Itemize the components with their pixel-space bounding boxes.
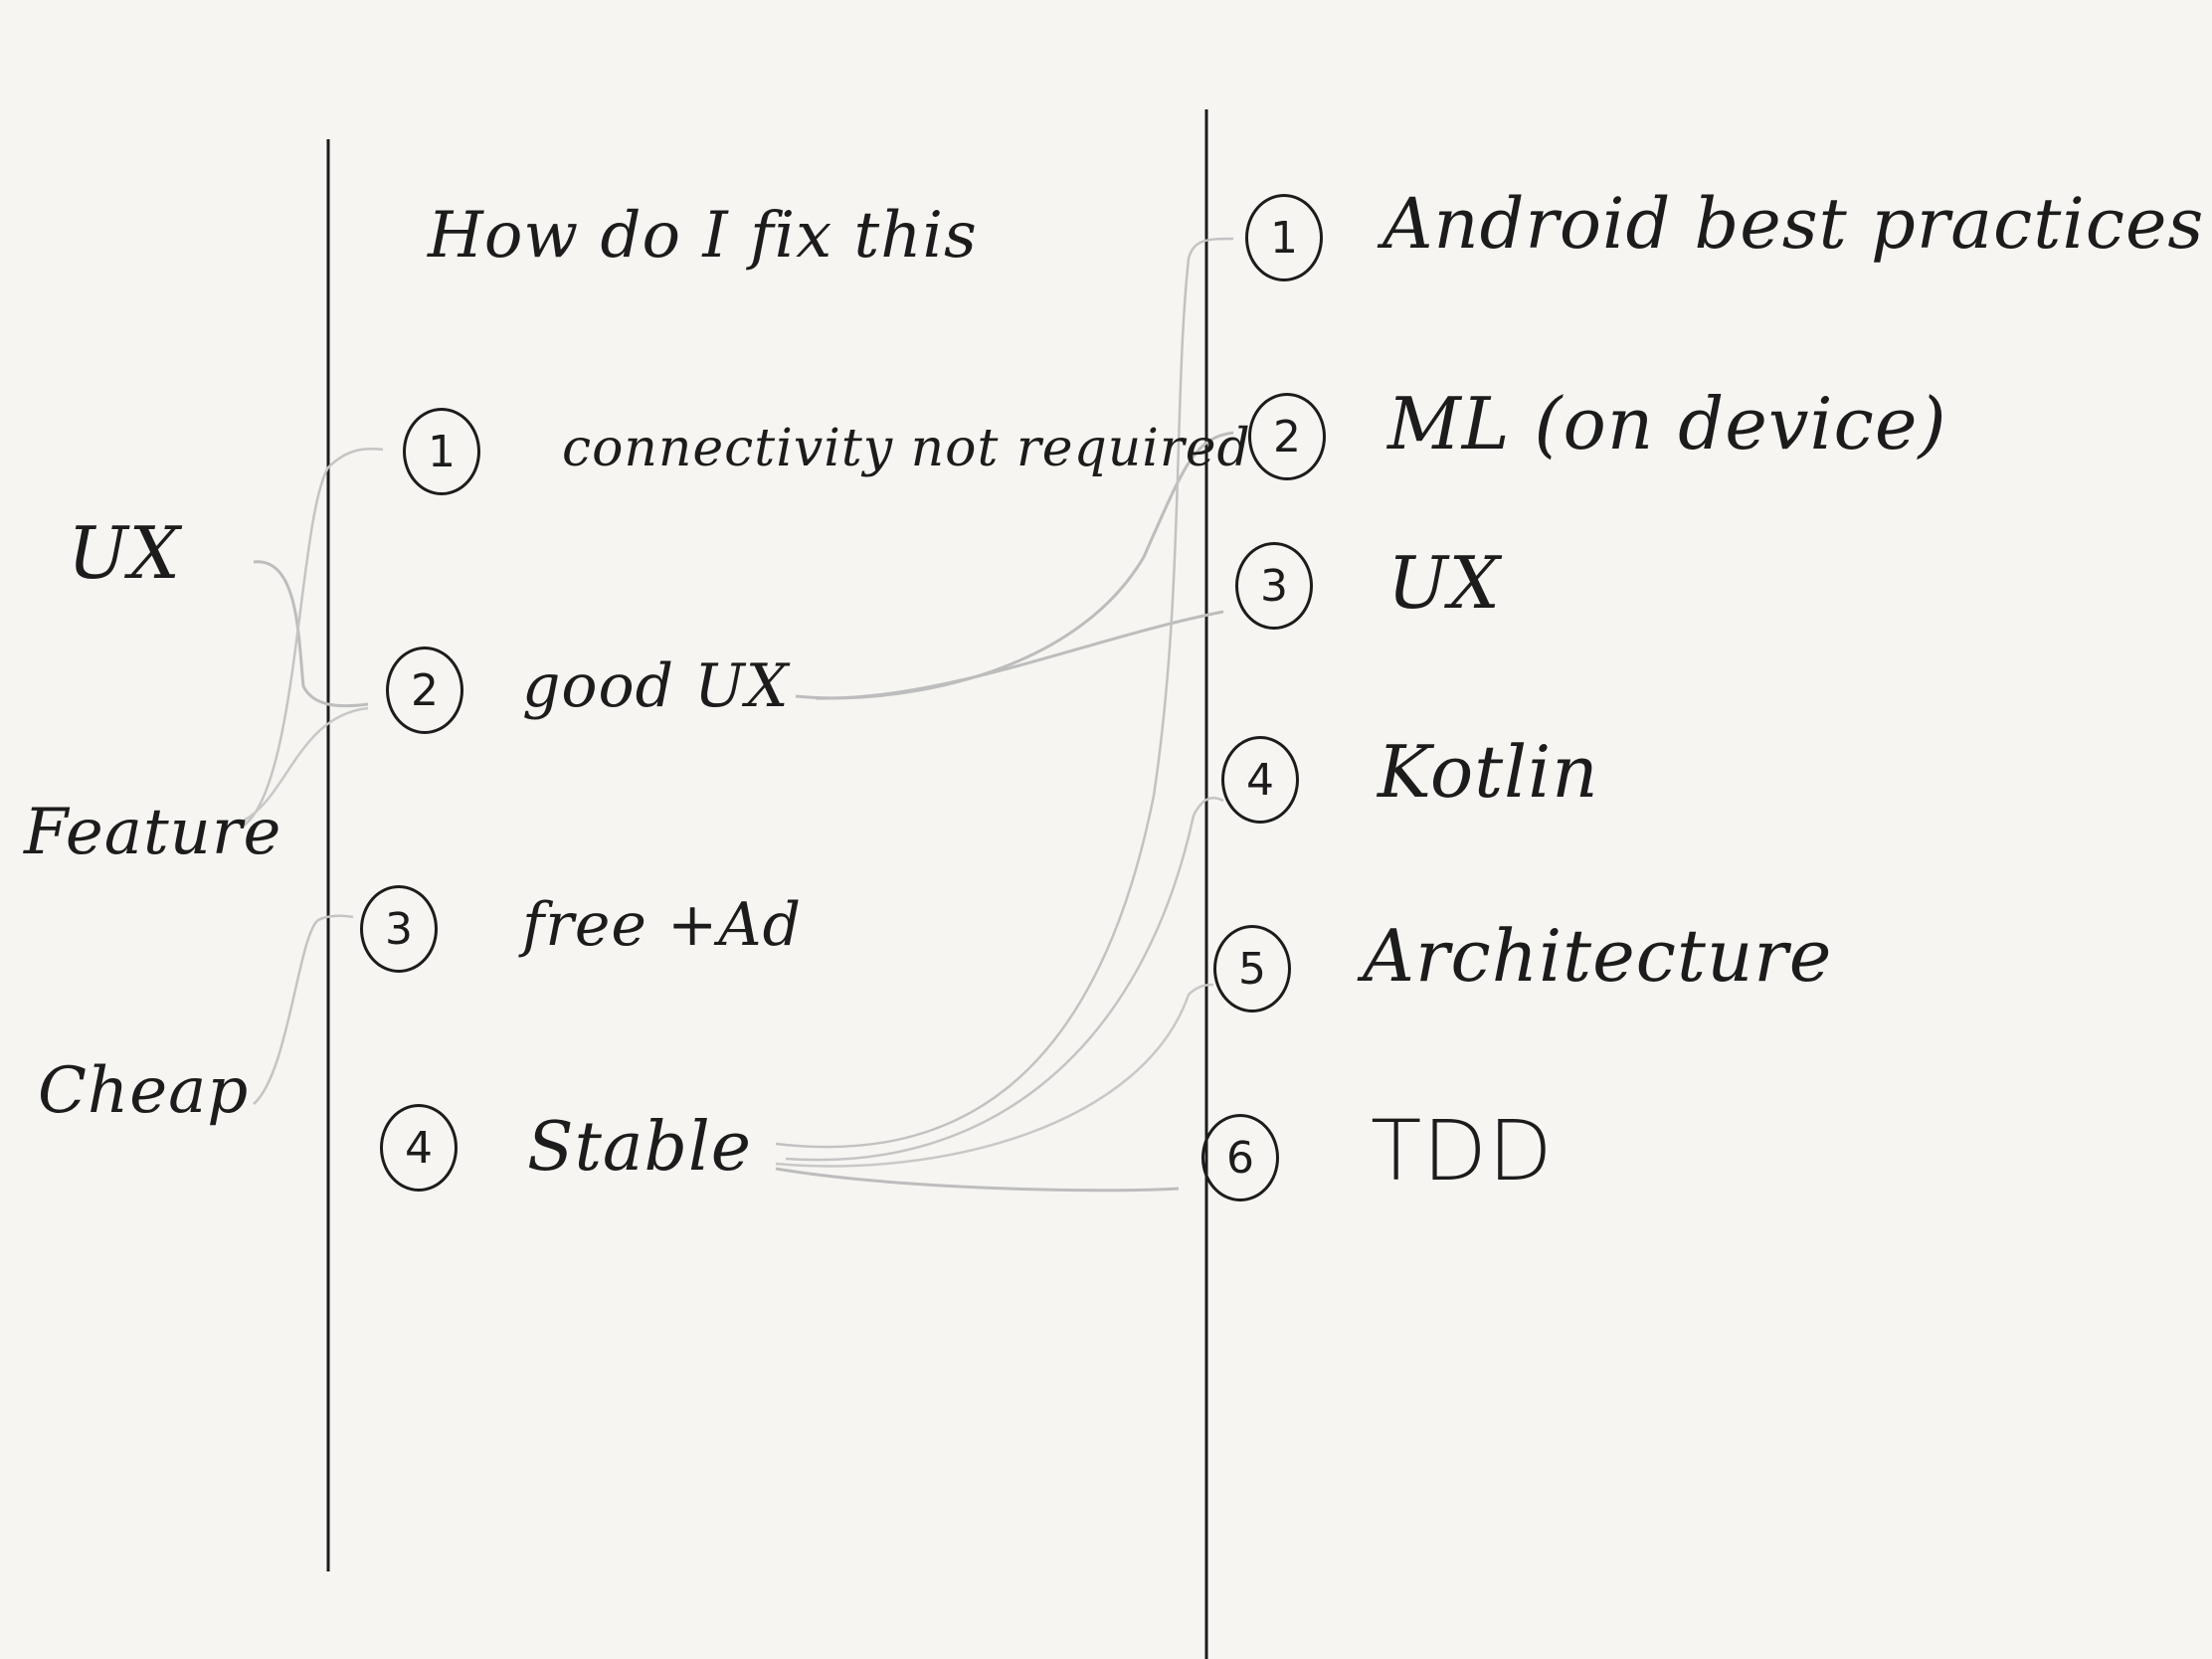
connector-ux-to-good-ux: [253, 560, 369, 708]
connector-stable-to-architecture: [775, 983, 1214, 1168]
category-cheap: Cheap: [38, 1054, 250, 1128]
right-item-2-label: ML (on device): [1387, 382, 1947, 465]
right-item-1-number: 1: [1245, 194, 1323, 281]
middle-item-1-number: 1: [403, 408, 480, 495]
category-ux: UX: [68, 511, 181, 595]
middle-item-2-label: good UX: [522, 651, 790, 721]
category-feature: Feature: [24, 796, 282, 869]
right-item-4-number: 4: [1221, 736, 1299, 824]
right-item-3-label: UX: [1387, 541, 1501, 625]
connector-cheap-to-free-ad: [253, 914, 354, 1105]
middle-item-4-number: 4: [380, 1104, 458, 1192]
right-item-5-number: 5: [1213, 925, 1291, 1013]
connector-feature-to-connectivity: [243, 447, 384, 828]
right-item-6-number: 6: [1201, 1114, 1279, 1201]
whiteboard-canvas: UX Feature Cheap How do I fix this 1 con…: [0, 0, 2212, 1659]
middle-item-2-number: 2: [386, 646, 463, 734]
connector-stable-to-kotlin: [785, 797, 1224, 1162]
right-item-5-label: Architecture: [1363, 914, 1833, 998]
right-item-6-label: TDD: [1371, 1102, 1554, 1199]
connector-stable-to-tdd: [775, 1167, 1180, 1193]
right-item-2-number: 2: [1248, 393, 1326, 480]
right-item-1-label: Android best practices: [1382, 183, 2205, 265]
right-item-4-label: Kotlin: [1378, 730, 1599, 814]
middle-item-1-label: connectivity not required: [562, 419, 1251, 478]
connector-stable-to-android: [775, 237, 1234, 1149]
middle-title: How do I fix this: [428, 199, 978, 273]
middle-item-3-number: 3: [360, 885, 438, 973]
connector-good-ux-to-ux: [815, 610, 1224, 700]
right-item-3-number: 3: [1235, 542, 1313, 630]
middle-item-3-label: free +Ad: [522, 890, 802, 960]
middle-item-4-label: Stable: [527, 1108, 752, 1187]
